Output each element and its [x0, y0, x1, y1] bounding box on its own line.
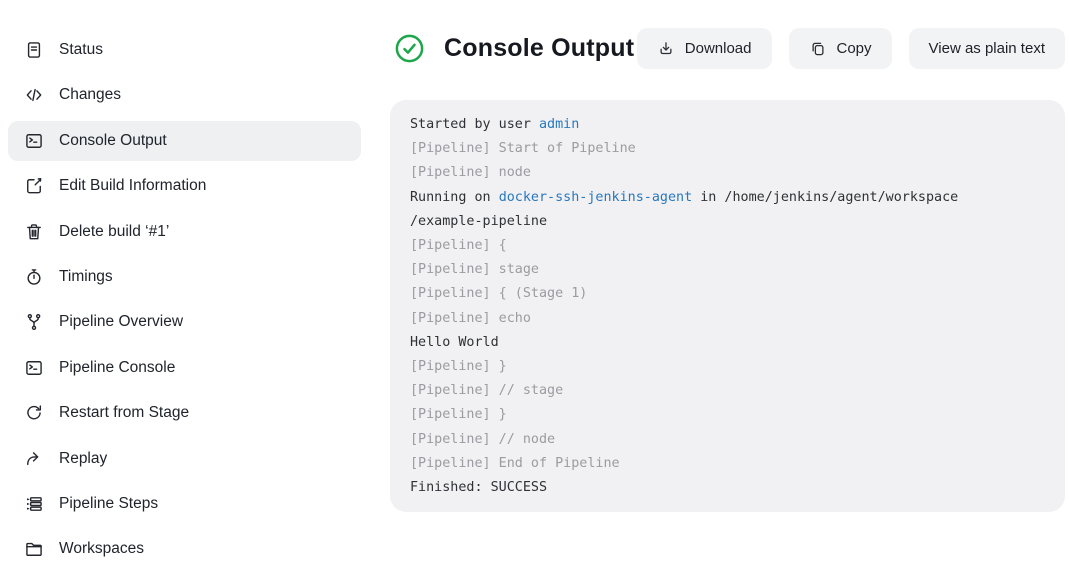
- console-text: [Pipeline] stage: [410, 262, 539, 277]
- page-header: Console Output Download Copy View as pla…: [390, 28, 1065, 69]
- sidebar-item-changes[interactable]: Changes: [8, 75, 361, 115]
- terminal-icon: [24, 358, 44, 378]
- sidebar-item-replay[interactable]: Replay: [8, 439, 361, 479]
- sidebar-item-workspaces[interactable]: Workspaces: [8, 529, 361, 569]
- console-line: [Pipeline] // node: [410, 428, 1045, 452]
- console-line: [Pipeline] Start of Pipeline: [410, 137, 1045, 161]
- console-text: in /home/jenkins/agent/workspace: [692, 190, 958, 205]
- code-icon: [24, 85, 44, 105]
- console-line: Started by user admin: [410, 113, 1045, 137]
- console-text: [Pipeline] {: [410, 238, 507, 253]
- sidebar-item-restart-from-stage[interactable]: Restart from Stage: [8, 393, 361, 433]
- console-text: Hello World: [410, 335, 499, 350]
- sidebar-item-label: Workspaces: [59, 540, 144, 558]
- sidebar-item-label: Console Output: [59, 132, 167, 150]
- console-line: [Pipeline] stage: [410, 258, 1045, 282]
- sidebar-item-label: Timings: [59, 268, 113, 286]
- trash-icon: [24, 222, 44, 242]
- main-content: Console Output Download Copy View as pla…: [380, 0, 1069, 573]
- sidebar-item-pipeline-overview[interactable]: Pipeline Overview: [8, 302, 361, 342]
- sidebar-item-label: Edit Build Information: [59, 177, 206, 195]
- sidebar-item-console-output[interactable]: Console Output: [8, 121, 361, 161]
- copy-icon: [809, 40, 827, 58]
- folder-icon: [24, 539, 44, 559]
- console-text: /example-pipeline: [410, 214, 547, 229]
- sidebar-item-label: Pipeline Console: [59, 359, 175, 377]
- console-text: [Pipeline] // node: [410, 432, 555, 447]
- sidebar-item-label: Replay: [59, 450, 107, 468]
- edit-icon: [24, 176, 44, 196]
- console-line: [Pipeline] End of Pipeline: [410, 452, 1045, 476]
- console-text: [Pipeline] // stage: [410, 383, 563, 398]
- console-text: [Pipeline] { (Stage 1): [410, 286, 587, 301]
- view-plain-text-label: View as plain text: [929, 40, 1045, 57]
- console-text: Started by user: [410, 117, 539, 132]
- console-text: Finished: SUCCESS: [410, 480, 547, 495]
- sidebar-item-pipeline-console[interactable]: Pipeline Console: [8, 348, 361, 388]
- console-text: Running on: [410, 190, 499, 205]
- sidebar-item-status[interactable]: Status: [8, 30, 361, 70]
- build-success-icon: [394, 33, 425, 64]
- console-line: [Pipeline] // stage: [410, 379, 1045, 403]
- console-link[interactable]: docker-ssh-jenkins-agent: [499, 190, 692, 205]
- console-line: Running on docker-ssh-jenkins-agent in /…: [410, 186, 1045, 210]
- console-text: [Pipeline] echo: [410, 311, 531, 326]
- sidebar-item-label: Status: [59, 41, 103, 59]
- replay-icon: [24, 449, 44, 469]
- view-plain-text-button[interactable]: View as plain text: [909, 28, 1065, 69]
- console-output-log: Started by user admin [Pipeline] Start of…: [390, 100, 1065, 512]
- console-line: [Pipeline] }: [410, 403, 1045, 427]
- branch-icon: [24, 312, 44, 332]
- console-line: [Pipeline] {: [410, 234, 1045, 258]
- sidebar-item-label: Changes: [59, 86, 121, 104]
- console-line: [Pipeline] { (Stage 1): [410, 282, 1045, 306]
- console-line: Finished: SUCCESS: [410, 476, 1045, 500]
- console-line: [Pipeline] node: [410, 161, 1045, 185]
- console-line: [Pipeline] }: [410, 355, 1045, 379]
- stopwatch-icon: [24, 267, 44, 287]
- console-text: [Pipeline] }: [410, 407, 507, 422]
- console-line: Hello World: [410, 331, 1045, 355]
- console-link[interactable]: admin: [539, 117, 579, 132]
- console-text: [Pipeline] End of Pipeline: [410, 456, 620, 471]
- sidebar-item-label: Delete build ‘#1’: [59, 223, 169, 241]
- copy-button-label: Copy: [837, 40, 872, 57]
- document-icon: [24, 40, 44, 60]
- page-title: Console Output: [444, 34, 634, 63]
- sidebar-item-label: Restart from Stage: [59, 404, 189, 422]
- copy-button[interactable]: Copy: [789, 28, 892, 69]
- download-icon: [657, 40, 675, 58]
- console-line: /example-pipeline: [410, 210, 1045, 234]
- sidebar: Status Changes Console Output Edit Build In…: [0, 0, 380, 573]
- console-line: [Pipeline] echo: [410, 307, 1045, 331]
- sidebar-item-label: Pipeline Steps: [59, 495, 158, 513]
- download-button[interactable]: Download: [637, 28, 772, 69]
- steps-icon: [24, 494, 44, 514]
- sidebar-item-label: Pipeline Overview: [59, 313, 183, 331]
- terminal-icon: [24, 131, 44, 151]
- sidebar-item-delete-build-1[interactable]: Delete build ‘#1’: [8, 212, 361, 252]
- console-text: [Pipeline] Start of Pipeline: [410, 141, 636, 156]
- console-text: [Pipeline] node: [410, 165, 531, 180]
- console-text: [Pipeline] }: [410, 359, 507, 374]
- sidebar-item-pipeline-steps[interactable]: Pipeline Steps: [8, 484, 361, 524]
- sidebar-item-edit-build-information[interactable]: Edit Build Information: [8, 166, 361, 206]
- sidebar-item-timings[interactable]: Timings: [8, 257, 361, 297]
- restart-icon: [24, 403, 44, 423]
- header-buttons: Download Copy View as plain text: [637, 28, 1065, 69]
- download-button-label: Download: [685, 40, 752, 57]
